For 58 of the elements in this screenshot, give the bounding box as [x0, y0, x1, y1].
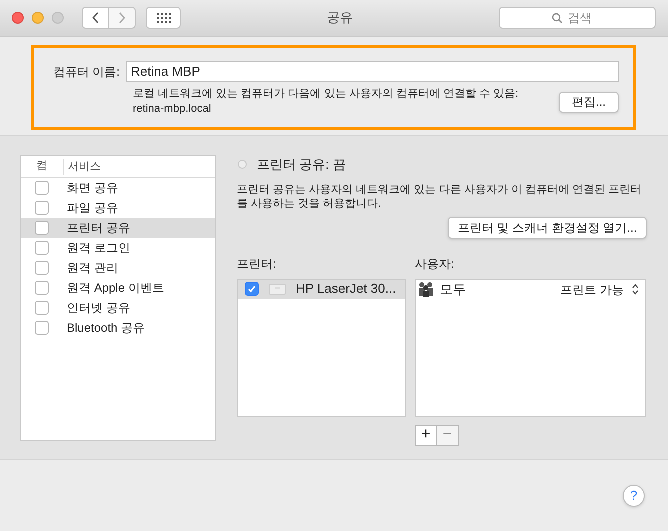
search-field[interactable]: 검색: [499, 7, 656, 29]
service-row[interactable]: 화면 공유: [21, 178, 215, 198]
stepper-icon: [632, 284, 639, 295]
description-text: 로컬 네트워크에 있는 컴퓨터가 다음에 있는 사용자의 컴퓨터에 연결할 수 있음:: [133, 87, 520, 102]
checkmark-icon: [247, 284, 257, 294]
service-name: Bluetooth 공유: [66, 320, 146, 337]
checkbox[interactable]: [35, 261, 49, 275]
printer-icon: [269, 283, 286, 295]
service-name: 원격 Apple 이벤트: [66, 280, 164, 297]
minimize-icon[interactable]: [32, 12, 44, 24]
service-name: 프린터 공유: [66, 220, 130, 237]
column-header: 서비스: [63, 158, 101, 174]
grid-icon: [156, 13, 170, 23]
computer-name-field[interactable]: Retina MBP: [126, 61, 619, 82]
service-row[interactable]: 프린터 공유: [21, 218, 215, 238]
printer-name: HP LaserJet 30...: [296, 280, 396, 298]
service-name: 인터넷 공유: [66, 300, 130, 317]
grid-button[interactable]: [146, 7, 181, 29]
chevron-left-icon: [92, 12, 100, 24]
zoom-icon[interactable]: [52, 12, 64, 24]
service-name: 원격 관리: [66, 260, 118, 277]
users-label: 사용자:: [415, 256, 456, 272]
printers-label: 프린터:: [237, 256, 278, 272]
service-row[interactable]: 파일 공유: [21, 198, 215, 218]
checkbox[interactable]: [35, 241, 49, 255]
open-preferences-button[interactable]: 프린터 및 스캐너 환경설정 열기...: [448, 216, 647, 238]
column-header: 켬: [36, 159, 48, 174]
service-row[interactable]: 원격 관리: [21, 258, 215, 278]
group-icon: [418, 282, 435, 297]
checkbox[interactable]: [35, 221, 49, 235]
service-row[interactable]: 인터넷 공유: [21, 298, 215, 318]
checkbox[interactable]: [35, 281, 49, 295]
checkbox[interactable]: [35, 321, 49, 335]
computer-name-label: 컴퓨터 이름:: [52, 64, 120, 80]
service-name: 원격 로그인: [66, 240, 130, 257]
window-title: 공유: [326, 9, 354, 28]
chevron-right-icon: [118, 12, 126, 24]
service-name: 화면 공유: [66, 180, 118, 197]
checkbox[interactable]: [35, 181, 49, 195]
service-row[interactable]: 원격 Apple 이벤트: [21, 278, 215, 298]
checkbox[interactable]: [35, 201, 49, 215]
service-row[interactable]: Bluetooth 공유: [21, 318, 215, 338]
address-text: retina-mbp.local: [133, 102, 212, 117]
back-button[interactable]: [82, 7, 109, 29]
checkbox[interactable]: [35, 301, 49, 315]
checkbox[interactable]: [245, 282, 259, 296]
status-text: 프린터 공유: 끔: [257, 156, 346, 174]
edit-button[interactable]: 편집...: [558, 92, 619, 112]
add-button[interactable]: +: [415, 424, 437, 446]
detail-description: 프린터 공유는 사용자의 네트워크에 있는 다른 사용자가 이 컴퓨터에 연결된 프린터를 사용하는 것을 허용합니다.: [237, 182, 643, 210]
printer-row[interactable]: HP LaserJet 30...: [238, 280, 405, 298]
service-row[interactable]: 원격 로그인: [21, 238, 215, 258]
search-icon: [552, 13, 563, 24]
user-name: 모두: [440, 280, 467, 299]
permission-select[interactable]: 프린트 가능: [560, 280, 639, 298]
help-button[interactable]: ?: [623, 484, 645, 506]
close-icon[interactable]: [12, 12, 24, 24]
service-name: 파일 공유: [66, 200, 118, 217]
